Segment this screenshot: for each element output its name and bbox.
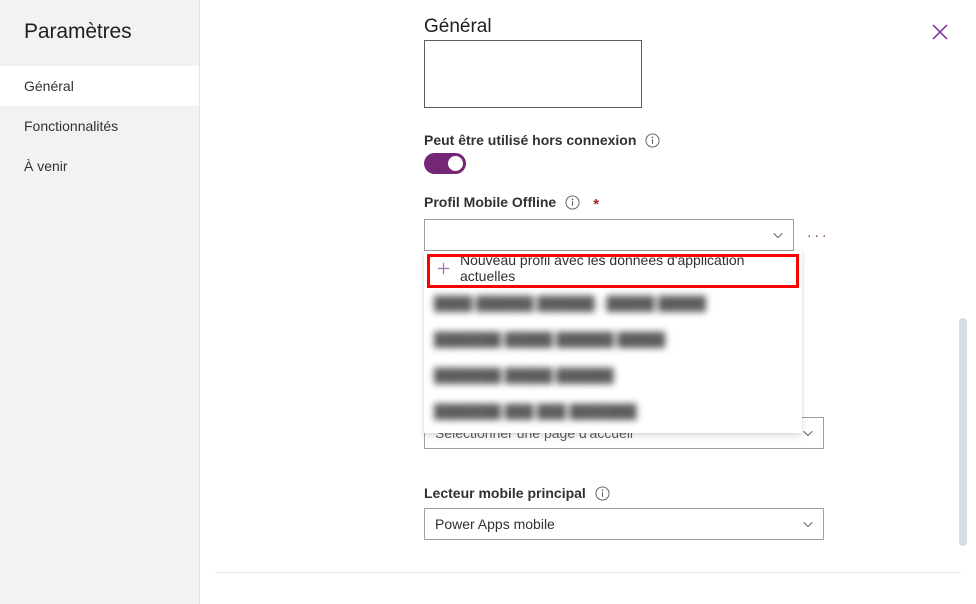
chevron-down-icon [801,426,815,440]
info-icon[interactable] [565,194,580,210]
plus-icon [434,261,452,276]
dropdown-option-label: ███████ ███ ███ ███████ [434,403,637,419]
profile-dropdown-list: Nouveau profil avec les données d'applic… [424,251,802,433]
profile-combobox[interactable] [424,219,794,251]
sidebar-item-label: Général [24,78,74,94]
scrollbar-thumb[interactable] [959,318,967,546]
player-combobox[interactable]: Power Apps mobile [424,508,824,540]
sidebar-title: Paramètres [24,20,132,43]
sidebar-item-label: Fonctionnalités [24,118,119,134]
offline-field-label: Peut être utilisé hors connexion [424,132,660,148]
profile-field-label: Profil Mobile Offline * [424,194,600,213]
settings-sidebar: Paramètres Général Fonctionnalités À ven… [0,0,200,604]
close-icon [930,22,950,42]
info-icon[interactable] [595,485,610,501]
player-label-text: Lecteur mobile principal [424,485,586,501]
footer-divider [215,572,961,573]
sidebar-nav: Général Fonctionnalités À venir [0,66,199,186]
player-combobox-value: Power Apps mobile [435,516,555,532]
dropdown-option[interactable]: ████ ██████ ██████ - █████ █████ [424,285,802,321]
toggle-knob [448,156,463,171]
required-marker: * [593,195,600,213]
dropdown-option-label: ███████ █████ ██████ [434,367,614,383]
sidebar-item-label: À venir [24,158,68,174]
settings-dialog: Paramètres Général Fonctionnalités À ven… [0,0,976,604]
sidebar-item-general[interactable]: Général [0,66,199,106]
dropdown-option[interactable]: ███████ █████ ██████ [424,357,802,393]
info-icon[interactable] [645,132,660,148]
offline-label-text: Peut être utilisé hors connexion [424,132,637,148]
dropdown-option-label: ███████ █████ ██████ █████ [434,331,666,347]
dropdown-option[interactable]: ███████ █████ ██████ █████ [424,321,802,357]
close-button[interactable] [924,16,956,48]
chevron-down-icon [801,517,815,531]
chevron-down-icon [771,228,785,242]
dropdown-option-label: ████ ██████ ██████ - █████ █████ [434,295,706,311]
profile-label-text: Profil Mobile Offline [424,194,557,210]
dropdown-option[interactable]: ███████ ███ ███ ███████ [424,393,802,429]
dropdown-option-label: Nouveau profil avec les données d'applic… [460,252,745,284]
page-title: Général [424,16,492,37]
profile-more-button[interactable]: ··· [804,219,832,251]
settings-main-panel: Général Peut être utilisé hors connexion [200,0,976,604]
dropdown-option-new-profile[interactable]: Nouveau profil avec les données d'applic… [424,251,802,285]
sidebar-item-features[interactable]: Fonctionnalités [0,106,199,146]
description-textarea[interactable] [424,40,642,108]
sidebar-item-upcoming[interactable]: À venir [0,146,199,186]
offline-toggle[interactable] [424,153,466,174]
player-field-label: Lecteur mobile principal [424,485,610,501]
scrollbar-track[interactable] [959,0,972,604]
